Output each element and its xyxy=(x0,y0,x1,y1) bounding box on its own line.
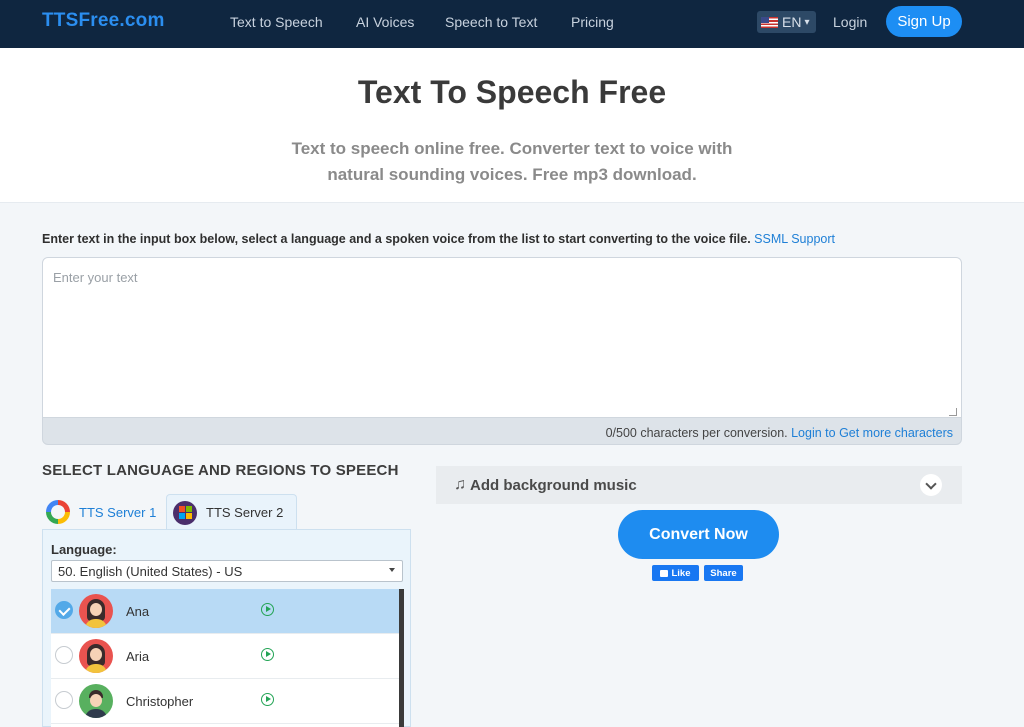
background-music-accordion[interactable]: ♫ Add background music xyxy=(436,466,962,504)
microsoft-icon xyxy=(173,500,197,525)
tab-tts-server-2[interactable]: TTS Server 2 xyxy=(166,494,297,530)
login-link[interactable]: Login xyxy=(833,14,867,30)
language-dropdown[interactable]: EN ▾ xyxy=(757,11,816,33)
facebook-like-button[interactable]: Like xyxy=(652,565,699,581)
top-navbar: TTSFree.com Text to Speech AI Voices Spe… xyxy=(0,0,1024,48)
nav-link-ai-voices[interactable]: AI Voices xyxy=(356,14,414,30)
signup-button[interactable]: Sign Up xyxy=(886,6,962,37)
voice-list-scrollbar[interactable] xyxy=(399,589,404,727)
dropdown-arrow-icon xyxy=(389,568,395,572)
char-count-text: 0/500 characters per conversion. xyxy=(605,426,792,440)
avatar xyxy=(79,684,113,718)
play-icon[interactable] xyxy=(261,648,274,661)
thumbs-up-icon xyxy=(660,569,669,577)
nav-link-pricing[interactable]: Pricing xyxy=(571,14,614,30)
language-code: EN xyxy=(782,14,802,30)
voice-name: Ana xyxy=(126,604,150,619)
text-input-container: 0/500 characters per conversion. Login t… xyxy=(42,257,962,445)
tab-label: TTS Server 1 xyxy=(79,504,157,520)
language-select[interactable]: 50. English (United States) - US xyxy=(51,560,403,582)
voice-row-aria[interactable]: Aria xyxy=(51,634,399,679)
like-label: Like xyxy=(671,567,691,579)
chevron-down-icon[interactable] xyxy=(920,474,942,496)
play-icon[interactable] xyxy=(261,693,274,706)
language-selected-value: 50. English (United States) - US xyxy=(58,564,243,579)
voice-row-christopher[interactable]: Christopher xyxy=(51,679,399,724)
voice-row-ana[interactable]: Ana xyxy=(51,589,399,634)
select-language-heading: SELECT LANGUAGE AND REGIONS TO SPEECH xyxy=(42,462,399,479)
tab-label: TTS Server 2 xyxy=(206,505,284,520)
background-music-label: Add background music xyxy=(470,476,637,494)
voice-name: Christopher xyxy=(126,694,194,709)
instructions-body: Enter text in the input box below, selec… xyxy=(42,232,755,246)
page-title: Text To Speech Free xyxy=(357,74,667,110)
instructions-text: Enter text in the input box below, selec… xyxy=(42,232,835,246)
language-label: Language: xyxy=(51,542,117,557)
us-flag-icon xyxy=(761,16,778,28)
resize-handle-icon[interactable] xyxy=(949,408,957,416)
text-input[interactable] xyxy=(43,258,961,418)
google-icon xyxy=(46,500,70,524)
character-counter: 0/500 characters per conversion. Login t… xyxy=(606,426,953,440)
ssml-support-link[interactable]: SSML Support xyxy=(754,232,835,246)
radio-circle-icon[interactable] xyxy=(55,646,73,664)
music-note-icon: ♫ xyxy=(454,476,466,493)
avatar xyxy=(79,639,113,673)
voice-selection-panel: Language: 50. English (United States) - … xyxy=(42,529,411,727)
facebook-share-button[interactable]: Share xyxy=(704,565,743,581)
nav-link-text-to-speech[interactable]: Text to Speech xyxy=(230,14,323,30)
avatar xyxy=(79,594,113,628)
voice-list: Ana Aria Christopher xyxy=(51,589,399,727)
nav-link-speech-to-text[interactable]: Speech to Text xyxy=(445,14,537,30)
hero-section: Text To Speech Free Text to speech onlin… xyxy=(0,48,1024,203)
tab-tts-server-1[interactable]: TTS Server 1 xyxy=(42,494,164,530)
site-logo[interactable]: TTSFree.com xyxy=(42,10,165,32)
radio-circle-icon[interactable] xyxy=(55,691,73,709)
login-more-characters-link[interactable]: Login to Get more characters xyxy=(791,426,953,440)
page-subtitle: Text to speech online free. Converter te… xyxy=(291,139,733,184)
convert-now-button[interactable]: Convert Now xyxy=(618,510,779,559)
selected-check-icon[interactable] xyxy=(55,601,73,619)
play-icon[interactable] xyxy=(261,603,274,616)
voice-name: Aria xyxy=(126,649,150,664)
chevron-down-icon: ▾ xyxy=(804,16,810,28)
